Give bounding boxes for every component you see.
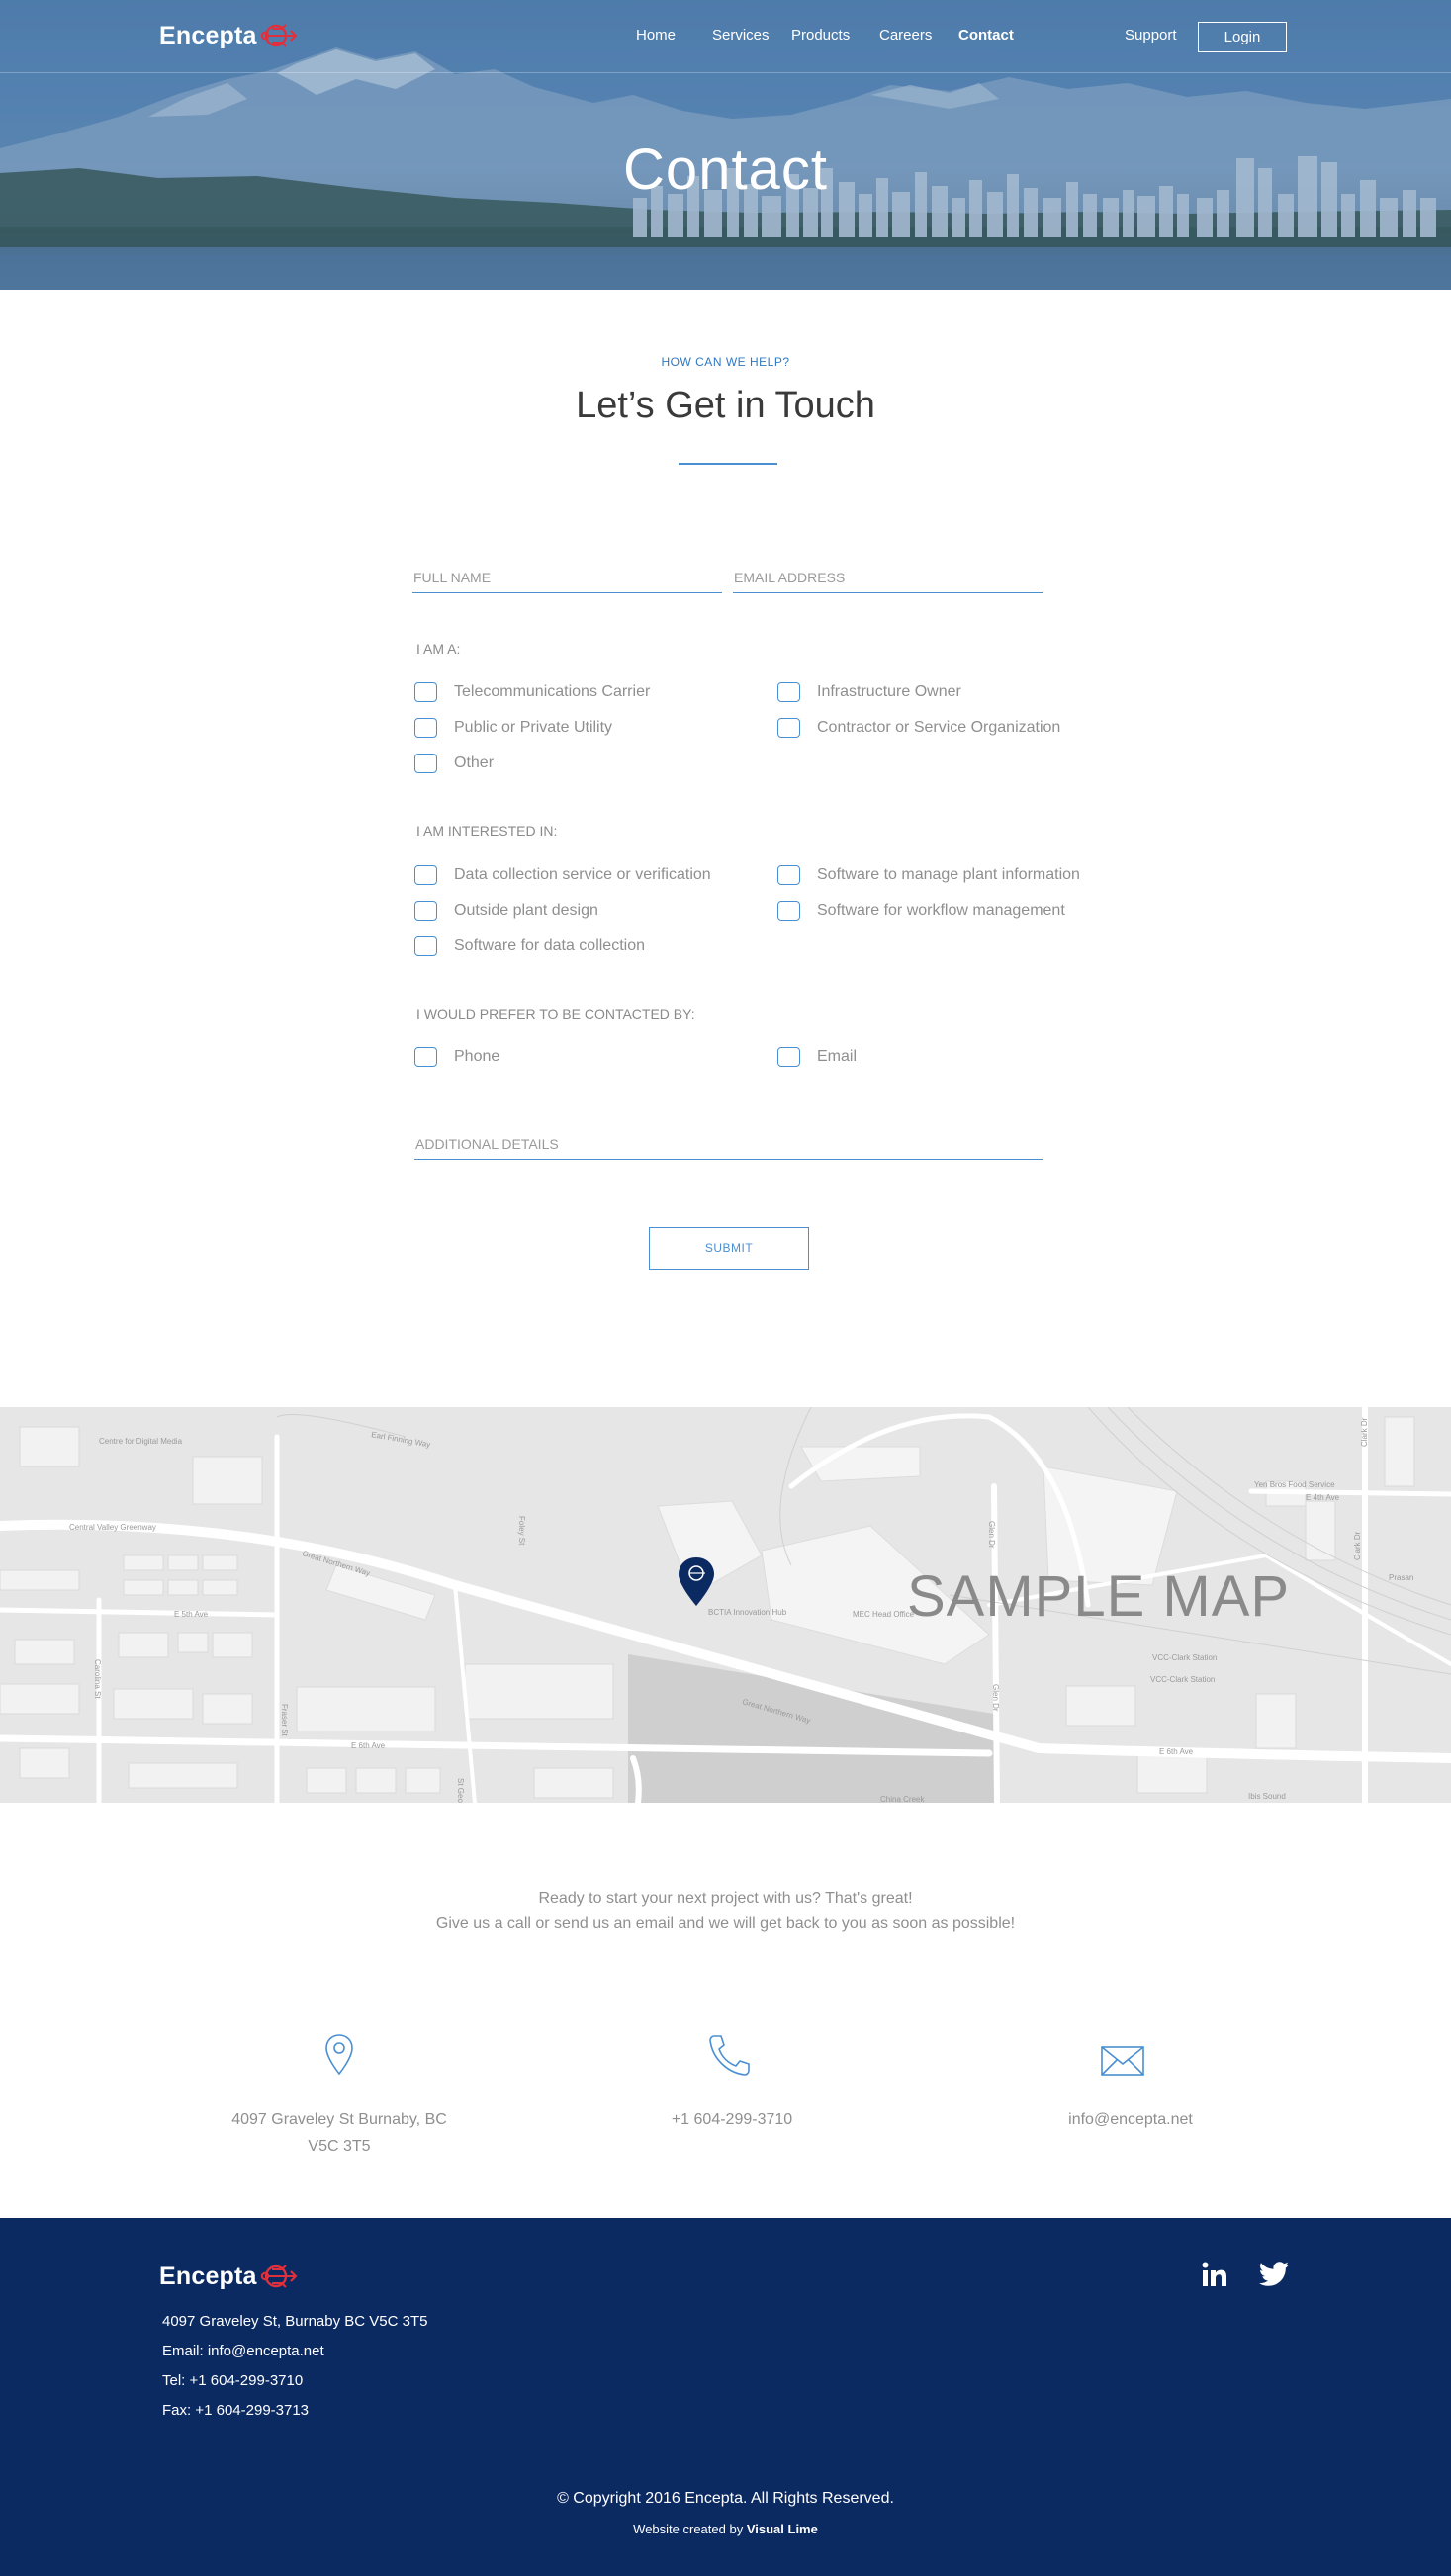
- checkbox-box[interactable]: [414, 901, 437, 921]
- map-street-label: E 4th Ave: [1306, 1493, 1340, 1502]
- nav-products[interactable]: Products: [791, 27, 850, 44]
- map-street-label: Foley St: [517, 1516, 526, 1546]
- checkbox-box[interactable]: [414, 682, 437, 702]
- checkbox-box[interactable]: [414, 936, 437, 956]
- nav-home[interactable]: Home: [636, 27, 676, 44]
- section-eyebrow: HOW CAN WE HELP?: [661, 355, 790, 369]
- map-street-label: E 5th Ave: [174, 1610, 209, 1619]
- checkbox-public-or-private-utility[interactable]: Public or Private Utility: [414, 718, 612, 738]
- credit-link[interactable]: Visual Lime: [747, 2522, 818, 2536]
- group-label-contact-preference: I WOULD PREFER TO BE CONTACTED BY:: [416, 1006, 695, 1022]
- submit-button[interactable]: SUBMIT: [649, 1227, 809, 1270]
- map-street-label: Central Valley Greenway: [69, 1523, 156, 1532]
- map-place-label: Yen Bros Food Service: [1254, 1480, 1335, 1489]
- email-address[interactable]: info@encepta.net: [933, 2106, 1328, 2133]
- sample-map-label: SAMPLE MAP: [907, 1564, 1291, 1629]
- cta-line-1: Ready to start your next project with us…: [538, 1890, 913, 1907]
- checkbox-other[interactable]: Other: [414, 754, 494, 773]
- map-street-label: Clark Dr: [1353, 1531, 1362, 1560]
- additional-details-field[interactable]: [414, 1130, 1043, 1160]
- envelope-icon: [1101, 2046, 1144, 2076]
- checkbox-software-workflow[interactable]: Software for workflow management: [777, 901, 1065, 921]
- address-line-2: V5C 3T5: [308, 2138, 371, 2155]
- title-divider: [679, 463, 777, 465]
- footer-email[interactable]: Email: info@encepta.net: [162, 2343, 324, 2359]
- map-place-label: Ibis Sound: [1248, 1792, 1286, 1801]
- hero-banner: Encepta Home Services Products Careers C…: [0, 0, 1451, 290]
- nav-support[interactable]: Support: [1125, 27, 1177, 44]
- map-place-label: BCTIA Innovation Hub: [708, 1608, 787, 1617]
- phone-icon: [709, 2035, 750, 2076]
- map-place-label: MEC Head Office: [853, 1610, 915, 1619]
- checkbox-box[interactable]: [414, 865, 437, 885]
- map-place-label: VCC-Clark Station: [1150, 1675, 1215, 1684]
- checkbox-contractor-or-service-organization[interactable]: Contractor or Service Organization: [777, 718, 1060, 738]
- map-place-label: Prasan: [1389, 1573, 1413, 1582]
- checkbox-box[interactable]: [777, 865, 800, 885]
- checkbox-email[interactable]: Email: [777, 1047, 857, 1067]
- checkbox-box[interactable]: [414, 754, 437, 773]
- map-street-label: Glen Dr: [987, 1521, 996, 1549]
- footer-tel[interactable]: Tel: +1 604-299-3710: [162, 2372, 303, 2389]
- location-pin-icon: [325, 2034, 353, 2076]
- nav-contact[interactable]: Contact: [958, 27, 1014, 44]
- checkbox-box[interactable]: [414, 718, 437, 738]
- full-name-field[interactable]: [412, 564, 722, 593]
- map-street-label: E 6th Ave: [351, 1741, 386, 1750]
- checkbox-box[interactable]: [777, 1047, 800, 1067]
- top-navigation: Encepta Home Services Products Careers C…: [0, 0, 1451, 73]
- hero-title: Contact: [623, 137, 828, 202]
- map-place-label: VCC-Clark Station: [1152, 1653, 1217, 1662]
- footer-address: 4097 Graveley St, Burnaby BC V5C 3T5: [162, 2313, 428, 2330]
- footer-logo[interactable]: Encepta: [159, 2261, 298, 2292]
- map-street-label: Fraser St: [280, 1704, 289, 1737]
- map-street-label: E 6th Ave: [1159, 1747, 1194, 1756]
- checkbox-box[interactable]: [414, 1047, 437, 1067]
- login-button[interactable]: Login: [1198, 22, 1287, 52]
- location-map[interactable]: Centre for Digital Media BCTIA Innovatio…: [0, 1407, 1451, 1803]
- checkbox-outside-plant-design[interactable]: Outside plant design: [414, 901, 598, 921]
- site-footer: Encepta 4097 Graveley St, Burnaby BC V5C…: [0, 2218, 1451, 2576]
- map-street-label: China Creek: [880, 1795, 925, 1803]
- linkedin-icon[interactable]: [1201, 2261, 1228, 2288]
- map-street-label: Clark Dr: [1360, 1417, 1369, 1447]
- section-title: Let’s Get in Touch: [576, 385, 875, 426]
- nav-careers[interactable]: Careers: [879, 27, 932, 44]
- address-line-1: 4097 Graveley St Burnaby, BC: [231, 2111, 447, 2128]
- full-name-input[interactable]: [412, 564, 722, 591]
- twitter-icon[interactable]: [1258, 2261, 1290, 2288]
- checkbox-box[interactable]: [777, 682, 800, 702]
- checkbox-software-data-collection[interactable]: Software for data collection: [414, 936, 645, 956]
- map-place-label: Centre for Digital Media: [99, 1437, 183, 1446]
- checkbox-software-manage-plant[interactable]: Software to manage plant information: [777, 865, 1080, 885]
- group-label-interested-in: I AM INTERESTED IN:: [416, 823, 558, 839]
- additional-details-input[interactable]: [414, 1130, 1043, 1158]
- footer-fax: Fax: +1 604-299-3713: [162, 2402, 310, 2419]
- checkbox-data-collection-service[interactable]: Data collection service or verification: [414, 865, 711, 885]
- email-address-input[interactable]: [733, 564, 1043, 591]
- cta-line-2: Give us a call or send us an email and w…: [435, 1915, 1016, 1932]
- checkbox-phone[interactable]: Phone: [414, 1047, 499, 1067]
- map-street-label: Glen Dr: [991, 1684, 1000, 1712]
- email-address-field[interactable]: [733, 564, 1043, 593]
- checkbox-box[interactable]: [777, 901, 800, 921]
- checkbox-box[interactable]: [777, 718, 800, 738]
- map-street-label: Carolina St: [93, 1659, 102, 1699]
- group-label-i-am-a: I AM A:: [416, 641, 461, 657]
- copyright-text: © Copyright 2016 Encepta. All Rights Res…: [557, 2490, 894, 2507]
- phone-number[interactable]: +1 604-299-3710: [534, 2106, 930, 2133]
- checkbox-telecommunications-carrier[interactable]: Telecommunications Carrier: [414, 682, 650, 702]
- site-credit: Website created by Visual Lime: [633, 2522, 818, 2536]
- encepta-logo-icon: [260, 2265, 298, 2288]
- nav-services[interactable]: Services: [712, 27, 770, 44]
- checkbox-infrastructure-owner[interactable]: Infrastructure Owner: [777, 682, 961, 702]
- map-street-label: St George: [456, 1778, 465, 1803]
